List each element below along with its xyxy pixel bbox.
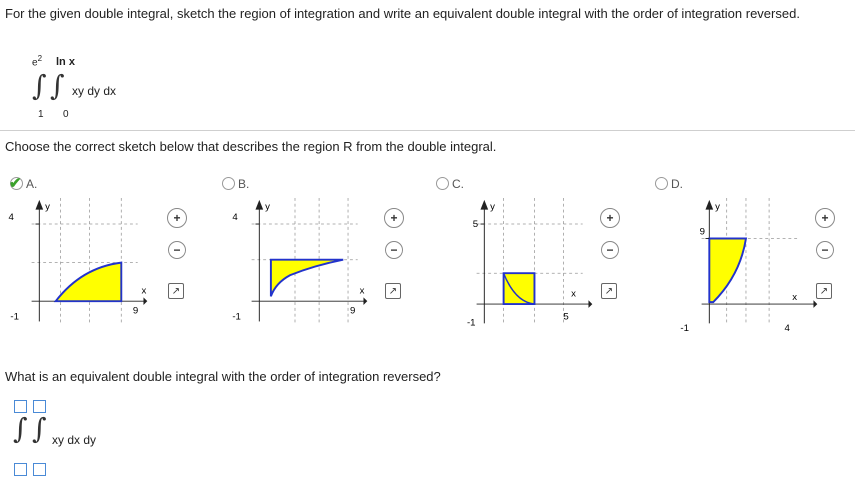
x-tick-right: 5 xyxy=(563,312,568,323)
x-tick-left: -1 xyxy=(680,323,689,333)
x-tick-left: -1 xyxy=(467,317,476,328)
answer-integrand: xy dx dy xyxy=(52,433,97,447)
y-tick-top: 4 xyxy=(232,212,238,223)
y-axis-label: y xyxy=(490,202,495,213)
y-tick-bottom: -1 xyxy=(232,312,241,323)
y-tick-top: 4 xyxy=(8,212,14,223)
zoom-out-icon[interactable]: − xyxy=(601,241,619,259)
popout-icon[interactable]: ↗ xyxy=(601,283,617,299)
popout-icon[interactable]: ↗ xyxy=(385,283,401,299)
question-reversed: What is an equivalent double integral wi… xyxy=(5,369,441,384)
y-tick-top: 9 xyxy=(700,227,705,238)
y-axis-label: y xyxy=(265,202,270,213)
given-integral: e2 ln x ∫ ∫ xy dy dx 1 0 xyxy=(8,54,208,124)
divider xyxy=(0,130,855,131)
x-axis-label: x xyxy=(360,285,365,296)
zoom-in-icon[interactable]: + xyxy=(384,208,404,228)
graph-c: 5 -1 5 x y xyxy=(467,198,593,328)
radio-button[interactable] xyxy=(436,177,449,190)
option-b-radio[interactable]: B. xyxy=(222,177,249,193)
option-c-radio[interactable]: C. xyxy=(436,177,464,193)
outer-lower-limit-input[interactable] xyxy=(14,463,27,476)
outer-lower-limit: 1 xyxy=(38,109,44,120)
y-axis-label: y xyxy=(45,202,50,213)
outer-integral-sign: ∫ xyxy=(32,69,47,102)
graph-a: 4 -1 9 x y xyxy=(8,198,148,324)
x-tick-right: 9 xyxy=(133,306,138,317)
graph-b: 4 -1 9 x y xyxy=(232,198,368,324)
inner-upper-limit: ln x xyxy=(56,56,75,68)
outer-upper-limit: e2 xyxy=(32,54,43,69)
integrand: xy dy dx xyxy=(72,84,117,98)
x-axis-label: x xyxy=(142,285,147,296)
inner-integral-sign: ∫ xyxy=(50,69,65,102)
inner-lower-limit: 0 xyxy=(63,109,69,120)
zoom-out-icon[interactable]: − xyxy=(168,241,186,259)
zoom-in-icon[interactable]: + xyxy=(815,208,835,228)
zoom-out-icon[interactable]: − xyxy=(816,241,834,259)
outer-integral-sign: ∫ xyxy=(13,412,28,445)
option-d-radio[interactable]: D. xyxy=(655,177,683,193)
x-axis-label: x xyxy=(571,288,576,299)
x-axis-label: x xyxy=(792,292,797,303)
graph-d: 9 -1 4 x y xyxy=(680,198,818,333)
y-tick-top: 5 xyxy=(473,219,478,230)
x-tick-right: 9 xyxy=(350,306,355,317)
x-tick-right: 4 xyxy=(785,323,791,333)
zoom-in-icon[interactable]: + xyxy=(600,208,620,228)
zoom-out-icon[interactable]: − xyxy=(385,241,403,259)
radio-button[interactable] xyxy=(655,177,668,190)
inner-lower-limit-input[interactable] xyxy=(33,463,46,476)
check-icon: ✔ xyxy=(9,175,22,192)
radio-button[interactable] xyxy=(222,177,235,190)
y-axis-label: y xyxy=(715,202,720,213)
popout-icon[interactable]: ↗ xyxy=(168,283,184,299)
option-a-radio[interactable]: ✔ A. xyxy=(9,175,37,193)
popout-icon[interactable]: ↗ xyxy=(816,283,832,299)
radio-button[interactable]: ✔ xyxy=(9,175,23,192)
zoom-in-icon[interactable]: + xyxy=(167,208,187,228)
question-text: For the given double integral, sketch th… xyxy=(5,6,800,21)
choose-prompt: Choose the correct sketch below that des… xyxy=(5,139,497,154)
y-tick-bottom: -1 xyxy=(10,312,19,323)
inner-integral-sign: ∫ xyxy=(32,412,47,445)
